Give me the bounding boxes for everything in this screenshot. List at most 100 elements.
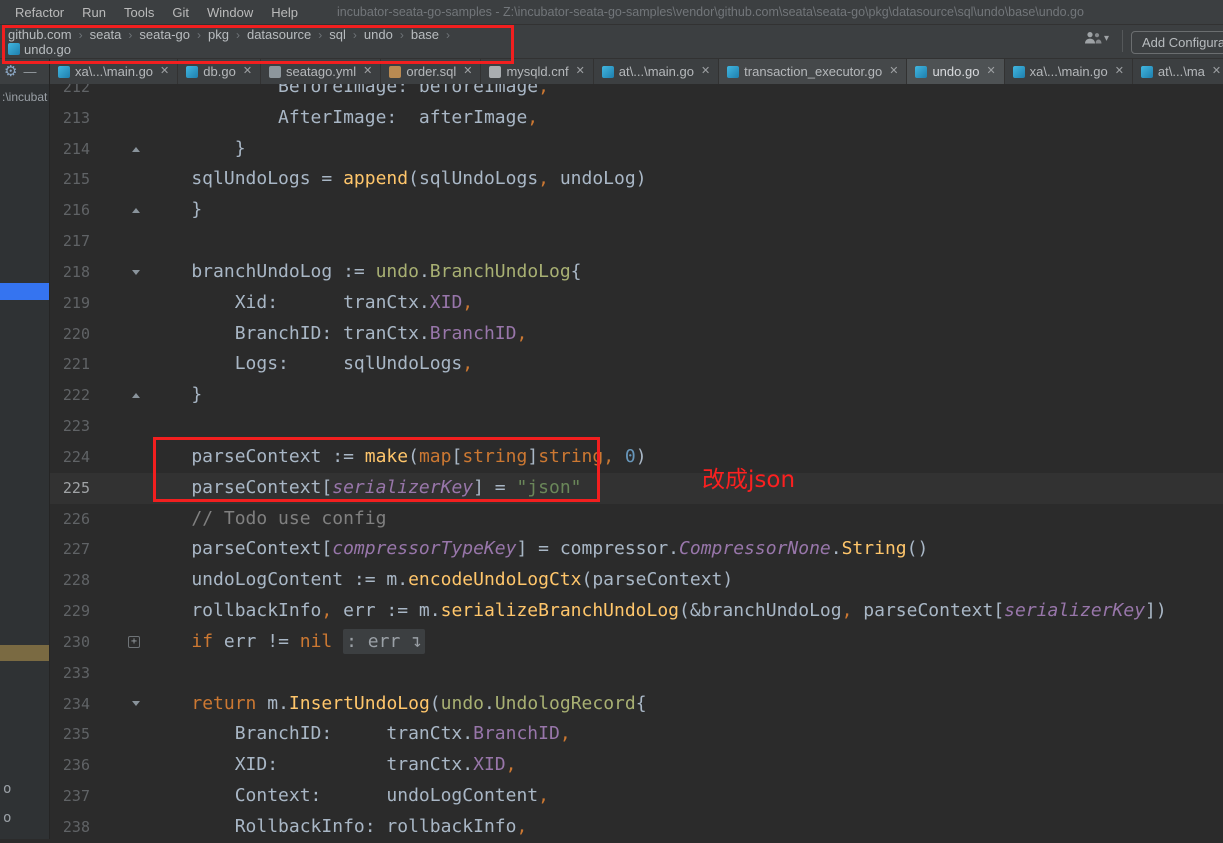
code-line-229[interactable]: 229 rollbackInfo, err := m.serializeBran…: [50, 596, 1223, 627]
breadcrumb-item-github-com[interactable]: github.com: [6, 27, 74, 42]
tab-xa-main-go[interactable]: xa\...\main.go✕: [50, 59, 178, 84]
gear-icon[interactable]: ⚙: [4, 64, 17, 79]
breadcrumb-item-datasource[interactable]: datasource: [245, 27, 313, 42]
breadcrumb-item-pkg[interactable]: pkg: [206, 27, 231, 42]
tab-seatago-yml[interactable]: seatago.yml✕: [261, 59, 381, 84]
fold-down-icon[interactable]: [132, 270, 140, 275]
project-selected-row[interactable]: [0, 283, 50, 300]
code-line-220[interactable]: 220 BranchID: tranCtx.BranchID,: [50, 319, 1223, 350]
breadcrumb-item-seata[interactable]: seata: [88, 27, 124, 42]
code-text[interactable]: parseContext[compressorTypeKey] = compre…: [148, 534, 928, 565]
code-line-213[interactable]: 213 AfterImage: afterImage,: [50, 103, 1223, 134]
fold-down-icon[interactable]: [132, 701, 140, 706]
menu-item-git[interactable]: Git: [163, 5, 198, 20]
breadcrumb-item-sql[interactable]: sql: [327, 27, 348, 42]
close-icon[interactable]: ✕: [889, 66, 898, 77]
code-text[interactable]: undoLogContent := m.encodeUndoLogCtx(par…: [148, 565, 733, 596]
code-line-226[interactable]: 226 // Todo use config: [50, 504, 1223, 535]
code-line-216[interactable]: 216 }: [50, 195, 1223, 226]
project-item-truncated[interactable]: э: [3, 833, 11, 839]
project-tool-window: ⚙ — :\incubat ooэ: [0, 59, 50, 839]
code-text[interactable]: // Todo use config: [148, 504, 386, 535]
code-text[interactable]: parseContext[serializerKey] = "json": [148, 473, 582, 504]
code-text[interactable]: }: [148, 195, 202, 226]
code-text[interactable]: parseContext := make(map[string]string, …: [148, 442, 647, 473]
code-text[interactable]: if err != nil : err ↴: [148, 627, 425, 658]
code-line-236[interactable]: 236 XID: tranCtx.XID,: [50, 750, 1223, 781]
project-root-label[interactable]: :\incubat: [0, 84, 49, 104]
code-line-227[interactable]: 227 parseContext[compressorTypeKey] = co…: [50, 534, 1223, 565]
code-line-225[interactable]: 225 parseContext[serializerKey] = "json": [50, 473, 1223, 504]
breadcrumb-item-seata-go[interactable]: seata-go: [137, 27, 192, 42]
code-line-218[interactable]: 218 branchUndoLog := undo.BranchUndoLog{: [50, 257, 1223, 288]
code-line-238[interactable]: 238 RollbackInfo: rollbackInfo,: [50, 812, 1223, 843]
fold-up-icon[interactable]: [132, 393, 140, 398]
code-text[interactable]: branchUndoLog := undo.BranchUndoLog{: [148, 257, 582, 288]
menu-item-tools[interactable]: Tools: [115, 5, 163, 20]
line-number: 233: [50, 658, 92, 689]
breadcrumb-item-undo[interactable]: undo: [362, 27, 395, 42]
tab-db-go[interactable]: db.go ✕: [178, 59, 261, 84]
tab-undo-go[interactable]: undo.go✕: [907, 59, 1004, 84]
tab-order-sql[interactable]: order.sql✕: [381, 59, 481, 84]
code-line-235[interactable]: 235 BranchID: tranCtx.BranchID,: [50, 719, 1223, 750]
fold-expand-icon[interactable]: +: [128, 636, 140, 648]
code-text[interactable]: RollbackInfo: rollbackInfo,: [148, 812, 527, 843]
code-line-223[interactable]: 223: [50, 411, 1223, 442]
project-item-truncated[interactable]: o: [3, 804, 11, 833]
tab-at-ma[interactable]: at\...\ma✕: [1133, 59, 1223, 84]
breadcrumb-item-base[interactable]: base: [409, 27, 441, 42]
fold-up-icon[interactable]: [132, 147, 140, 152]
menu-item-run[interactable]: Run: [73, 5, 115, 20]
code-line-217[interactable]: 217: [50, 226, 1223, 257]
close-icon[interactable]: ✕: [701, 66, 710, 77]
menu-item-help[interactable]: Help: [262, 5, 307, 20]
code-text[interactable]: BranchID: tranCtx.BranchID,: [148, 719, 571, 750]
code-line-219[interactable]: 219 Xid: tranCtx.XID,: [50, 288, 1223, 319]
tab-transaction-executor-go[interactable]: transaction_executor.go✕: [719, 59, 907, 84]
code-text[interactable]: Context: undoLogContent,: [148, 781, 549, 812]
tab-mysqld-cnf[interactable]: mysqld.cnf✕: [481, 59, 593, 84]
tab-label: db.go: [203, 64, 236, 79]
project-marked-row[interactable]: [0, 645, 50, 661]
code-line-233[interactable]: 233: [50, 658, 1223, 689]
code-text[interactable]: XID: tranCtx.XID,: [148, 750, 516, 781]
close-icon[interactable]: ✕: [363, 66, 372, 77]
code-text[interactable]: AfterImage: afterImage,: [148, 103, 538, 134]
code-line-221[interactable]: 221 Logs: sqlUndoLogs,: [50, 349, 1223, 380]
close-icon[interactable]: ✕: [986, 66, 995, 77]
code-text[interactable]: rollbackInfo, err := m.serializeBranchUn…: [148, 596, 1167, 627]
code-line-215[interactable]: 215 sqlUndoLogs = append(sqlUndoLogs, un…: [50, 164, 1223, 195]
close-icon[interactable]: ✕: [1212, 66, 1221, 77]
add-configuration-button[interactable]: Add Configura...: [1131, 31, 1223, 54]
tab-xa-main-go[interactable]: xa\...\main.go✕: [1005, 59, 1133, 84]
tab-at-main-go[interactable]: at\...\main.go✕: [594, 59, 719, 84]
menu-item-window[interactable]: Window: [198, 5, 262, 20]
code-text[interactable]: }: [148, 134, 246, 165]
close-icon[interactable]: ✕: [1115, 66, 1124, 77]
code-line-234[interactable]: 234 return m.InsertUndoLog(undo.UndologR…: [50, 689, 1223, 720]
code-line-237[interactable]: 237 Context: undoLogContent,: [50, 781, 1223, 812]
project-item-truncated[interactable]: o: [3, 775, 11, 804]
code-line-222[interactable]: 222 }: [50, 380, 1223, 411]
menu-item-refactor[interactable]: Refactor: [6, 5, 73, 20]
code-line-228[interactable]: 228 undoLogContent := m.encodeUndoLogCtx…: [50, 565, 1223, 596]
code-line-230[interactable]: 230+ if err != nil : err ↴: [50, 627, 1223, 658]
code-text[interactable]: Xid: tranCtx.XID,: [148, 288, 473, 319]
code-line-214[interactable]: 214 }: [50, 134, 1223, 165]
breadcrumb-item-undo-go[interactable]: undo.go: [6, 42, 455, 57]
fold-up-icon[interactable]: [132, 208, 140, 213]
close-icon[interactable]: ✕: [576, 66, 585, 77]
code-text[interactable]: }: [148, 380, 202, 411]
code-text[interactable]: sqlUndoLogs = append(sqlUndoLogs, undoLo…: [148, 164, 647, 195]
code-text[interactable]: Logs: sqlUndoLogs,: [148, 349, 473, 380]
close-icon[interactable]: ✕: [463, 66, 472, 77]
close-icon[interactable]: ✕: [243, 66, 252, 77]
close-icon[interactable]: ✕: [160, 66, 169, 77]
minimize-icon[interactable]: —: [23, 65, 36, 78]
code-editor[interactable]: 212 BeforeImage: beforeImage,213 AfterIm…: [50, 72, 1223, 843]
code-text[interactable]: return m.InsertUndoLog(undo.UndologRecor…: [148, 689, 647, 720]
code-line-224[interactable]: 224 parseContext := make(map[string]stri…: [50, 442, 1223, 473]
code-text[interactable]: BranchID: tranCtx.BranchID,: [148, 319, 527, 350]
users-icon[interactable]: ▾: [1084, 31, 1109, 45]
